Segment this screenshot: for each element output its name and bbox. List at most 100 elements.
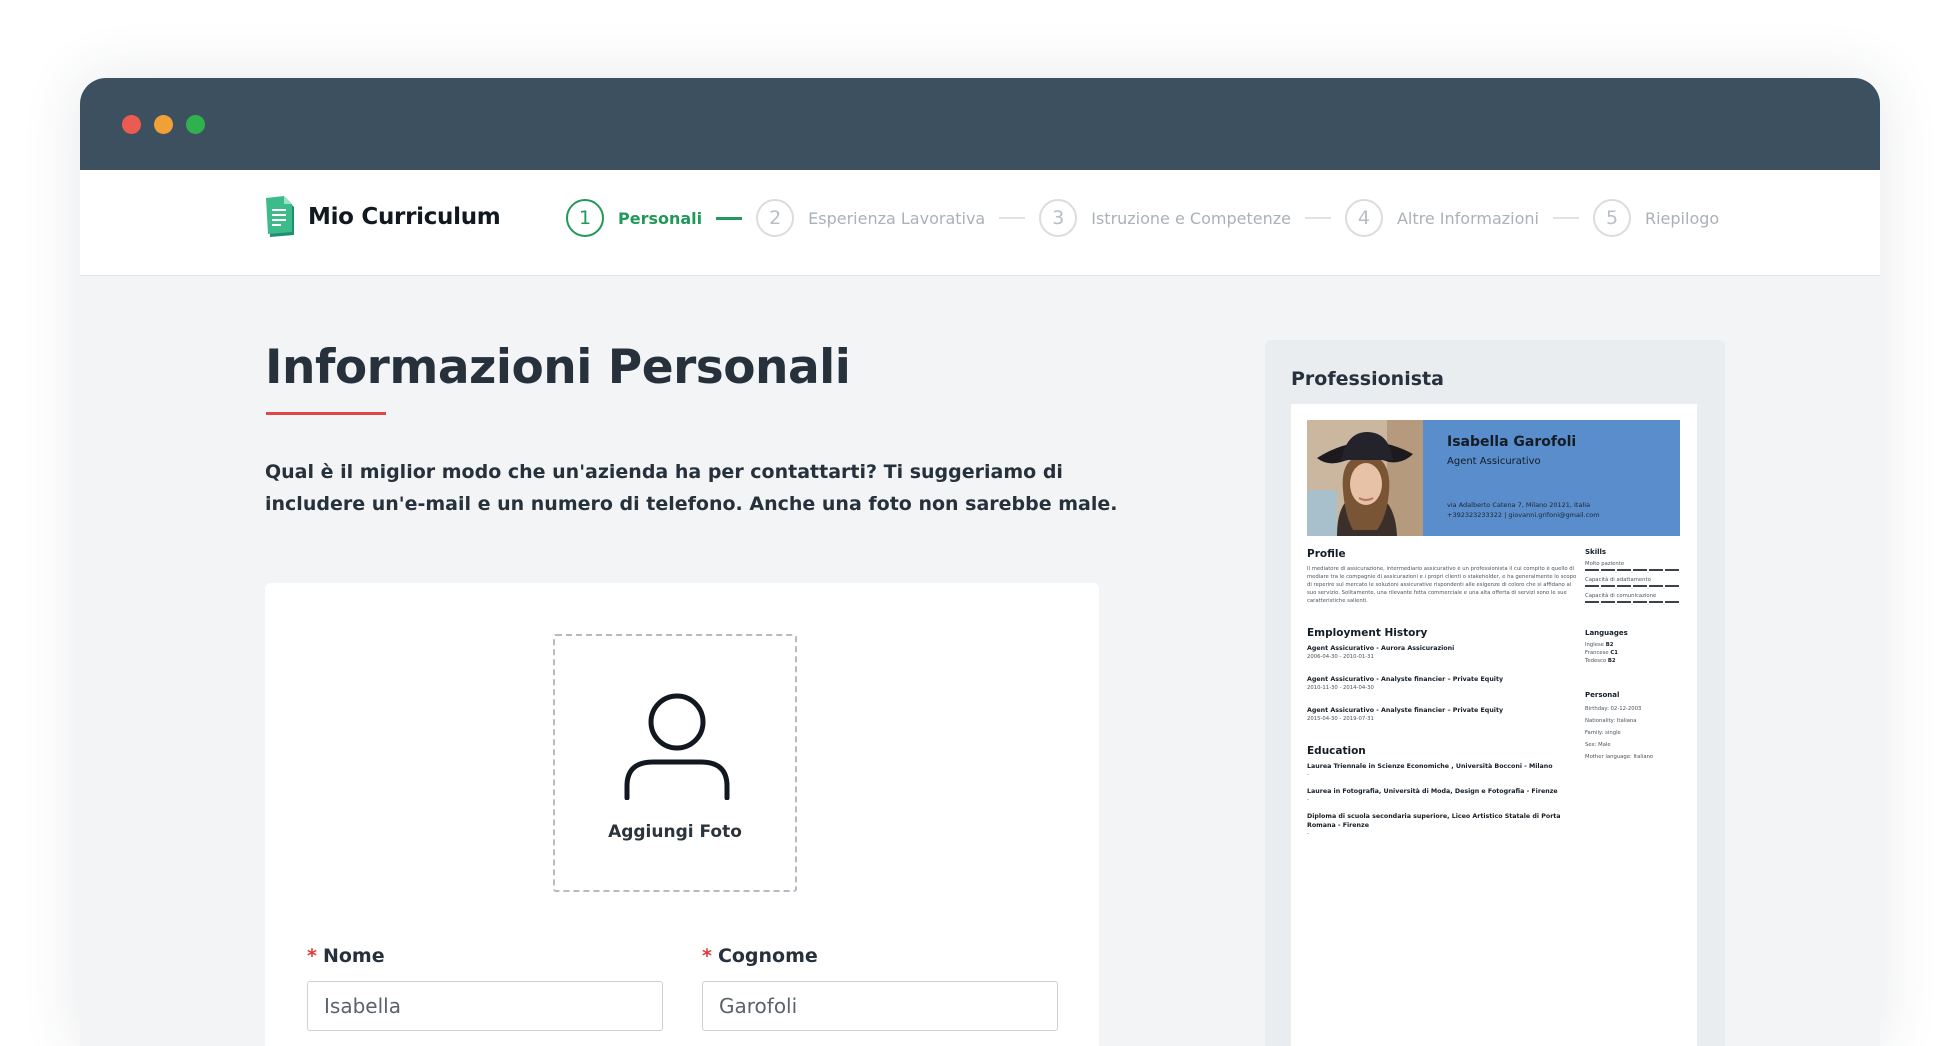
cv-item-title: Agent Assicurativo - Analyste financier … <box>1307 707 1504 714</box>
cv-personal-item: Birthday: 02-12-2003 <box>1585 706 1642 712</box>
step-connector <box>1304 217 1331 219</box>
cv-item-title: Laurea in Fotografia, Università di Moda… <box>1307 788 1558 795</box>
cv-contact-block: via Adalberto Catena 7, Milano 20121, It… <box>1447 500 1600 520</box>
cv-profile-photo <box>1307 420 1423 536</box>
cv-address: via Adalberto Catena 7, Milano 20121, It… <box>1447 501 1591 509</box>
cv-employment-item: Agent Assicurativo - Analyste financier … <box>1307 675 1577 692</box>
step-personali[interactable]: 1 Personali <box>566 199 702 237</box>
cv-language-level: B2 <box>1605 642 1614 648</box>
progress-stepper: 1 Personali 2 Esperienza Lavorativa 3 Is… <box>566 197 1719 239</box>
cv-item-date: 2015-04-30 - 2019-07-31 <box>1307 716 1374 722</box>
close-window-button[interactable] <box>122 115 141 134</box>
cognome-input[interactable] <box>702 981 1058 1031</box>
brand-name: Mio Curriculum <box>308 204 501 230</box>
step-label: Istruzione e Competenze <box>1091 208 1291 228</box>
cv-languages-heading: Languages <box>1585 629 1628 637</box>
step-istruzione-competenze[interactable]: 3 Istruzione e Competenze <box>1039 199 1291 237</box>
step-connector <box>999 217 1026 219</box>
cv-skill-bar <box>1585 569 1679 571</box>
step-number: 3 <box>1039 199 1078 237</box>
cv-item-date: - <box>1307 831 1309 837</box>
title-underline <box>266 412 386 415</box>
cv-item-date: 2010-11-30 - 2014-04-30 <box>1307 685 1374 691</box>
cv-preview-sheet[interactable]: Isabella Garofoli Agent Assicurativo via… <box>1291 404 1697 1046</box>
cv-profile-text: Il mediatore di assicurazione, intermedi… <box>1307 566 1577 604</box>
cv-header: Isabella Garofoli Agent Assicurativo via… <box>1307 420 1680 536</box>
browser-window: Mio Curriculum 1 Personali 2 Esperienza … <box>80 78 1880 1046</box>
step-label: Personali <box>618 208 703 228</box>
cv-preview-panel: Professionista Isabella Garofoli Agent A… <box>1265 340 1725 1046</box>
nome-input[interactable] <box>307 981 663 1031</box>
cv-language: Inglese B2 <box>1585 641 1681 649</box>
cv-personal-item: Sex: Male <box>1585 742 1611 748</box>
brand-logo[interactable]: Mio Curriculum <box>266 195 501 239</box>
step-label: Riepilogo <box>1644 208 1720 228</box>
cv-skill: Capacità di comunicazione <box>1585 593 1657 599</box>
personal-info-form: Aggiungi Foto * Nome * Cognome <box>265 583 1099 1046</box>
step-label: Esperienza Lavorativa <box>808 208 986 228</box>
document-icon <box>266 195 296 239</box>
cv-item-title: Diploma di scuola secondaria superiore, … <box>1307 813 1561 829</box>
cv-profile-heading: Profile <box>1307 548 1346 560</box>
cv-employment-heading: Employment History <box>1307 627 1428 639</box>
cognome-label-text: Cognome <box>717 945 818 967</box>
cv-language: Francese C1 <box>1585 649 1681 657</box>
cv-skill-bar <box>1585 601 1679 603</box>
step-connector <box>716 216 743 220</box>
cv-main-column: Profile Il mediatore di assicurazione, i… <box>1307 548 1577 838</box>
step-connector <box>1552 217 1579 219</box>
cv-education-item: Laurea in Fotografia, Università di Moda… <box>1307 787 1577 804</box>
required-marker: * <box>307 945 317 967</box>
window-titlebar <box>80 78 1880 170</box>
cognome-label: * Cognome <box>702 943 1058 969</box>
cv-item-title: Agent Assicurativo - Analyste financier … <box>1307 676 1504 683</box>
add-photo-label: Aggiungi Foto <box>608 822 742 842</box>
cv-item-date: - <box>1307 797 1309 803</box>
cv-role: Agent Assicurativo <box>1447 456 1541 467</box>
step-number: 2 <box>756 199 795 237</box>
step-riepilogo[interactable]: 5 Riepilogo <box>1592 199 1720 237</box>
step-label: Altre Informazioni <box>1396 208 1539 228</box>
step-number: 1 <box>566 199 604 237</box>
cv-item-title: Laurea Triennale in Scienze Economiche ,… <box>1307 763 1553 770</box>
cv-language: Tedesco B2 <box>1585 657 1681 665</box>
cv-skills-heading: Skills <box>1585 548 1607 556</box>
cv-phone-email: +392323233322 | giovanni.grifoni@gmail.c… <box>1447 511 1600 519</box>
step-number: 5 <box>1592 199 1631 237</box>
cv-education-heading: Education <box>1307 745 1366 757</box>
minimize-window-button[interactable] <box>154 115 173 134</box>
step-number: 4 <box>1344 199 1383 237</box>
cv-education-item: Laurea Triennale in Scienze Economiche ,… <box>1307 762 1577 779</box>
cv-personal-item: Family: single <box>1585 730 1621 736</box>
cv-item-date: - <box>1307 772 1309 778</box>
template-name: Professionista <box>1291 368 1444 390</box>
cv-language-name: Francese <box>1585 650 1609 656</box>
cv-education-item: Diploma di scuola secondaria superiore, … <box>1307 812 1577 838</box>
cv-language-level: C1 <box>1610 650 1618 656</box>
cv-item-date: 2006-04-30 - 2010-01-31 <box>1307 654 1374 660</box>
cv-side-column: Skills Molto paziente Capacità di adatta… <box>1585 548 1681 763</box>
cv-skill-bar <box>1585 585 1679 587</box>
app-header: Mio Curriculum 1 Personali 2 Esperienza … <box>80 170 1880 276</box>
step-altre-informazioni[interactable]: 4 Altre Informazioni <box>1344 199 1539 237</box>
cv-skill: Capacità di adattamento <box>1585 577 1651 583</box>
cv-name: Isabella Garofoli <box>1447 434 1577 450</box>
cv-employment-item: Agent Assicurativo - Analyste financier … <box>1307 706 1577 723</box>
cv-personal-heading: Personal <box>1585 691 1620 699</box>
maximize-window-button[interactable] <box>186 115 205 134</box>
cv-item-title: Agent Assicurativo - Aurora Assicurazion… <box>1307 645 1455 652</box>
nome-field-group: * Nome <box>307 943 663 1031</box>
nome-label: * Nome <box>307 943 663 969</box>
cv-employment-item: Agent Assicurativo - Aurora Assicurazion… <box>1307 644 1577 661</box>
required-marker: * <box>702 945 712 967</box>
nome-label-text: Nome <box>322 945 385 967</box>
add-photo-dropzone[interactable]: Aggiungi Foto <box>553 634 797 892</box>
cv-personal-item: Mother language: Italiano <box>1585 754 1654 760</box>
step-esperienza-lavorativa[interactable]: 2 Esperienza Lavorativa <box>756 199 985 237</box>
cv-language-name: Inglese <box>1585 642 1605 648</box>
intro-text: Qual è il miglior modo che un'azienda ha… <box>265 461 1118 515</box>
cv-language-name: Tedesco <box>1585 658 1607 664</box>
cognome-field-group: * Cognome <box>702 943 1058 1031</box>
cv-skill: Molto paziente <box>1585 561 1625 567</box>
cv-personal-item: Nationality: Italiana <box>1585 718 1637 724</box>
